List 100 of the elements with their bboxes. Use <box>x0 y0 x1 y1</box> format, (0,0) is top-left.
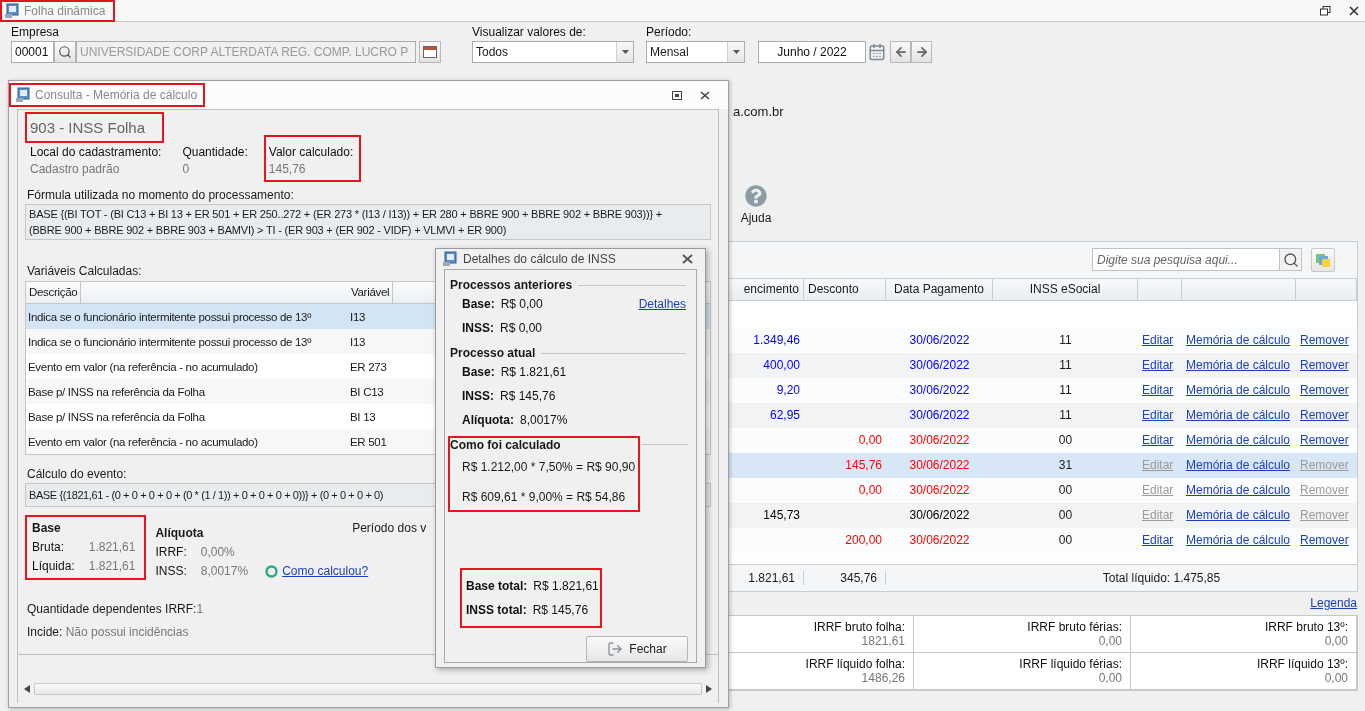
table-cell-text: 11 <box>1058 408 1073 423</box>
memory-link[interactable]: Memória de cálculo <box>1182 408 1295 423</box>
window-title: Folha dinâmica <box>24 3 106 18</box>
edit-link[interactable]: Editar <box>1138 408 1178 423</box>
arrow-left-icon <box>893 45 908 59</box>
field-value: Cadastro padrão <box>30 162 121 176</box>
table-cell-text: 9,20 <box>775 383 801 398</box>
memory-link[interactable]: Memória de cálculo <box>1182 333 1295 348</box>
table-cell-text: Indica se o funcionário intermitente possui processo de 13º <box>27 335 313 348</box>
field-value: 8,0017% <box>200 564 249 578</box>
month-field[interactable]: Junho / 2022 <box>758 41 866 63</box>
table-cell-text: 30/06/2022 <box>908 383 971 398</box>
help-button[interactable]: Ajuda <box>738 185 774 225</box>
close-icon[interactable] <box>1349 5 1359 16</box>
table-cell-text: 11 <box>1058 333 1073 348</box>
period-select[interactable]: Mensal <box>646 41 745 63</box>
next-button[interactable] <box>911 41 932 63</box>
field-value: 0,00 <box>1098 634 1122 648</box>
formula-line: (BBRE 900 + BBRE 902 + BBRE 903 + BAMVI) > TI - (ER 903 + (ER 902 - VIDF) + VLMVI + ER 900) <box>29 223 507 238</box>
restore-icon[interactable] <box>672 90 682 100</box>
field-label: IRRF: <box>155 545 187 559</box>
view-select[interactable]: Todos <box>472 41 634 63</box>
field-label: Visualizar valores de: <box>472 25 587 39</box>
table-cell-text: 30/06/2022 <box>908 433 971 448</box>
dependents-text: Quantidade dependentes IRRF:1 <box>26 602 204 616</box>
edit-link[interactable]: Editar <box>1138 383 1178 398</box>
field-label: Líquida: <box>32 559 75 573</box>
calculation-line: R$ 1.212,00 * 7,50% = R$ 90,90 <box>461 460 637 474</box>
remove-link[interactable]: Remover <box>1296 383 1353 398</box>
total-cell: 345,76 <box>804 571 886 586</box>
memory-link[interactable]: Memória de cálculo <box>1182 358 1295 373</box>
scroll-right-icon[interactable] <box>706 685 712 693</box>
search-icon <box>58 45 72 59</box>
code-field[interactable]: 00001 <box>11 41 54 63</box>
remove-link[interactable]: Remover <box>1296 433 1353 448</box>
field-value: 145,76 <box>268 162 307 176</box>
column-header: INSS eSocial <box>993 278 1138 300</box>
search-icon[interactable] <box>1282 251 1299 268</box>
table-cell-text: 11 <box>1058 383 1073 398</box>
email-text: a.com.br <box>733 104 785 119</box>
restore-icon[interactable] <box>1320 5 1331 16</box>
calculation-line: R$ 609,61 * 9,00% = R$ 54,86 <box>461 490 627 504</box>
table-cell-text: 11 <box>1058 358 1073 373</box>
caret-icon <box>732 50 740 54</box>
edit-link[interactable]: Editar <box>1138 533 1178 548</box>
section-label: Cálculo do evento: <box>26 467 127 481</box>
section-title: Como foi calculado <box>450 438 561 452</box>
column-header: Desconto <box>804 278 886 300</box>
remove-link[interactable]: Remover <box>1296 333 1353 348</box>
field-value: 8,0017% <box>520 413 568 427</box>
close-icon[interactable] <box>700 90 710 100</box>
field-value: 0,00 <box>1324 671 1348 685</box>
documents-icon <box>1315 251 1331 268</box>
section-title: Processo atual <box>450 346 536 360</box>
field-value: R$ 1.821,61 <box>533 579 599 593</box>
table-cell-text: 30/06/2022 <box>908 508 971 523</box>
window-icon <box>15 87 31 103</box>
event-heading: 903 - INSS Folha <box>29 118 147 138</box>
table-cell-text: 0,00 <box>857 483 883 498</box>
table-cell-text: 00 <box>1057 483 1074 498</box>
edit-link[interactable]: Editar <box>1138 333 1178 348</box>
edit-link[interactable]: Editar <box>1138 358 1178 373</box>
window-icon <box>4 2 20 19</box>
search-button[interactable] <box>54 41 76 63</box>
memory-link[interactable]: Memória de cálculo <box>1182 433 1295 448</box>
legend-link[interactable]: Legenda <box>1310 596 1357 610</box>
window-icon <box>442 251 458 267</box>
search-field[interactable]: Digite sua pesquisa aqui... <box>1092 248 1302 272</box>
edit-link[interactable]: Editar <box>1138 433 1178 448</box>
field-label: Base total: <box>466 579 528 593</box>
previous-button[interactable] <box>890 41 911 63</box>
table-cell-text: 0,00 <box>857 433 883 448</box>
remove-link[interactable]: Remover <box>1296 533 1353 548</box>
field-value: 0,00% <box>200 545 236 559</box>
field-label: IRRF bruto férias: <box>1027 620 1122 634</box>
table-cell-text: I13 <box>349 335 367 348</box>
field-label: Local do cadastramento: <box>30 145 162 159</box>
dialog-title: Consulta - Memória de cálculo <box>35 88 198 102</box>
memory-link[interactable]: Memória de cálculo <box>1182 533 1295 548</box>
remove-link[interactable]: Remover <box>1296 358 1353 373</box>
calculation-text: BASE {(1821,61 - (0 + 0 + 0 + 0 + (0 * (1 / 1)) + 0 + 0 + 0 + 0))} + (0 + 0 + 0 + 0) <box>29 488 384 503</box>
section-label: Fórmula utilizada no momento do processamento: <box>26 188 294 202</box>
field-label: INSS: <box>155 564 187 578</box>
scrollbar[interactable] <box>34 683 702 695</box>
scroll-left-icon[interactable] <box>24 685 30 693</box>
remove-link[interactable]: Remover <box>1296 408 1353 423</box>
how-calculated-link[interactable]: Como calculou? <box>282 564 369 578</box>
table-cell-text: 200,00 <box>844 533 883 548</box>
field-label: Valor calculado: <box>268 145 354 159</box>
rate-title: Alíquota <box>155 526 205 540</box>
window-button[interactable] <box>419 41 441 63</box>
ring-icon <box>265 564 279 578</box>
close-button[interactable]: Fechar <box>586 636 688 662</box>
memory-link[interactable]: Memória de cálculo <box>1182 383 1295 398</box>
close-icon[interactable] <box>682 254 693 264</box>
calendar-icon[interactable] <box>868 43 886 61</box>
formula-line: BASE {(BI TOT - (BI C13 + BI 13 + ER 501 + ER 250..272 + (ER 273 * (I13 / I13)) + ER 280 + BBRE 900 + BBRE 902 + BBRE 903))} + <box>29 207 663 222</box>
table-cell-text: ER 501 <box>349 435 388 448</box>
field-value: R$ 145,76 <box>500 389 556 403</box>
table-cell-text: 30/06/2022 <box>908 533 971 548</box>
